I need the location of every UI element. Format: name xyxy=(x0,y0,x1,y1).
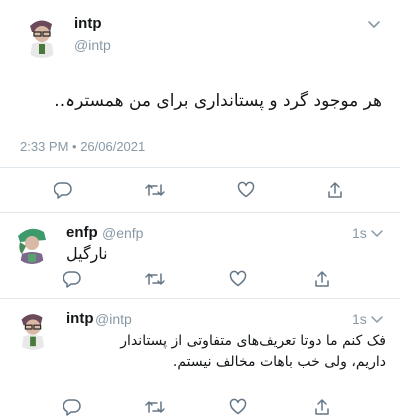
author-handle[interactable]: @intp xyxy=(74,37,111,53)
timestamp[interactable]: 2:33 PM • 26/06/2021 xyxy=(20,139,145,154)
chevron-down-icon[interactable] xyxy=(368,310,386,328)
share-icon[interactable] xyxy=(312,269,332,289)
reply-icon[interactable] xyxy=(62,269,82,289)
retweet-icon[interactable] xyxy=(145,397,165,417)
like-icon[interactable] xyxy=(228,397,248,417)
author-name[interactable]: intp xyxy=(74,15,102,32)
tweet-time[interactable]: 1s xyxy=(352,225,367,241)
avatar-image xyxy=(12,308,54,350)
tweet-text: نارگیل xyxy=(66,244,108,263)
retweet-icon[interactable] xyxy=(145,269,165,289)
like-icon[interactable] xyxy=(228,269,248,289)
author-name[interactable]: enfp xyxy=(66,224,98,241)
avatar-image xyxy=(12,224,52,264)
like-icon[interactable] xyxy=(236,180,256,200)
share-icon[interactable] xyxy=(312,397,332,417)
author-handle[interactable]: @intp xyxy=(95,311,132,327)
divider xyxy=(0,212,400,213)
tweet-text: هر موجود گرد و پستانداری برای من همسترہ.… xyxy=(54,91,382,111)
tweet-text-line: داریم، ولی خب باهات مخالف نیستم. xyxy=(172,354,386,370)
avatar[interactable] xyxy=(12,224,52,264)
tweet-time[interactable]: 1s xyxy=(352,311,367,327)
share-icon[interactable] xyxy=(325,180,345,200)
reply-icon[interactable] xyxy=(53,180,73,200)
avatar[interactable] xyxy=(20,14,64,58)
author-handle[interactable]: @enfp xyxy=(102,225,143,241)
avatar[interactable] xyxy=(12,308,54,350)
divider xyxy=(0,167,400,168)
tweet-text-line: فک کنم ما دوتا تعریف‌های متفاوتی از پستا… xyxy=(120,333,386,349)
divider xyxy=(0,298,400,299)
chevron-down-icon[interactable] xyxy=(368,224,386,242)
author-name[interactable]: intp xyxy=(66,310,94,327)
chevron-down-icon[interactable] xyxy=(364,14,384,34)
retweet-icon[interactable] xyxy=(145,180,165,200)
reply-icon[interactable] xyxy=(62,397,82,417)
avatar-image xyxy=(20,14,64,58)
